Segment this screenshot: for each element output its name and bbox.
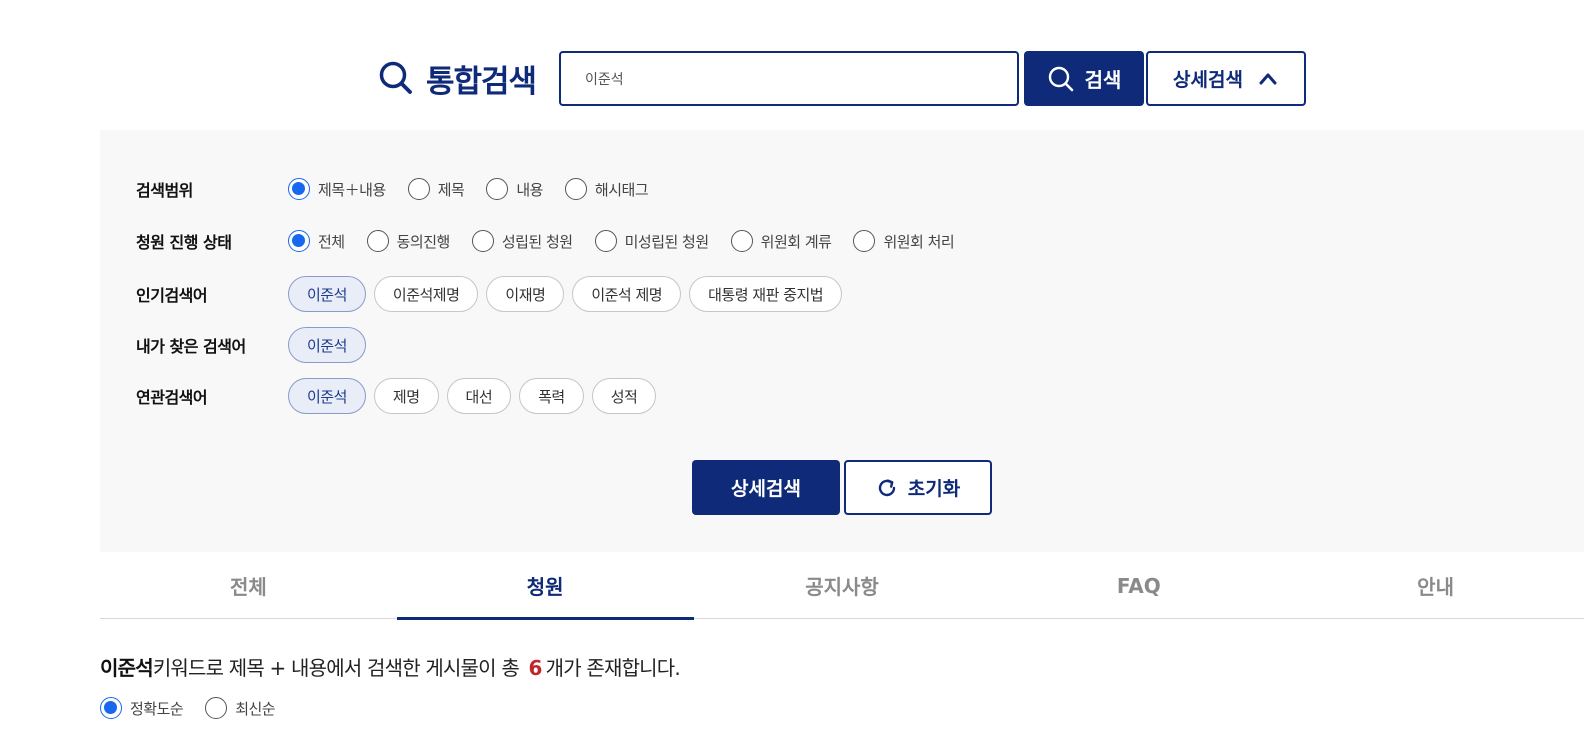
chevron-up-icon [1259, 73, 1277, 84]
keyword-chip[interactable]: 폭력 [519, 378, 584, 414]
radio-circle[interactable] [486, 178, 509, 200]
filter-label-scope: 검색범위 [136, 181, 193, 200]
reset-label: 초기화 [907, 478, 961, 500]
submit-label: 상세검색 [731, 478, 801, 500]
refresh-icon [878, 478, 895, 496]
radio-circle[interactable] [853, 230, 876, 252]
radio-scope-title-content[interactable]: 제목＋내용 [288, 178, 386, 200]
radio-status-committee-pending[interactable]: 위원회 계류 [730, 230, 832, 252]
radio-label: 제목＋내용 [318, 180, 386, 199]
radio-circle[interactable] [205, 697, 228, 719]
radio-label: 최신순 [235, 699, 276, 718]
keyword-chip[interactable]: 이준석 [288, 276, 366, 312]
search-title: 통합검색 [378, 58, 537, 100]
keyword-chip[interactable]: 이준석 제명 [572, 276, 682, 312]
search-icon [379, 61, 412, 94]
radio-scope-content[interactable]: 내용 [486, 178, 543, 200]
result-summary: 이준석키워드로 제목 + 내용에서 검색한 게시물이 총 6 개가 존재합니다. [100, 652, 681, 681]
keyword-chip[interactable]: 이준석제명 [373, 276, 479, 312]
panel-actions: 상세검색 초기화 [692, 460, 992, 515]
radio-status-all[interactable]: 전체 [288, 230, 345, 252]
result-count: 6 [528, 656, 542, 680]
radio-circle-checked[interactable] [288, 230, 310, 252]
result-text-after: 개가 존재합니다. [545, 656, 681, 680]
keyword-chip[interactable]: 대선 [446, 378, 512, 414]
radio-label: 제목 [437, 180, 465, 199]
radio-label: 성립된 청원 [501, 232, 573, 251]
filter-label-my-searches: 내가 찾은 검색어 [136, 337, 246, 356]
advanced-search-panel: 검색범위 제목＋내용 제목 내용 해시태그 청원 진행 상태 전체 동의진행 성… [100, 130, 1584, 552]
result-keyword: 이준석 [100, 656, 154, 680]
result-text-before: 키워드로 제목 + 내용에서 검색한 게시물이 총 [152, 656, 520, 680]
filter-row-my-searches: 내가 찾은 검색어 이준석 [136, 327, 374, 363]
search-button-label: 검색 [1084, 68, 1122, 92]
tab-all[interactable]: 전체 [100, 552, 397, 619]
radio-scope-hashtag[interactable]: 해시태그 [564, 178, 649, 200]
radio-circle[interactable] [366, 230, 389, 252]
keyword-chip[interactable]: 이재명 [486, 276, 565, 312]
keyword-chip[interactable]: 대통령 재판 중지법 [689, 276, 843, 312]
keyword-chip[interactable]: 성적 [591, 378, 657, 414]
search-input[interactable] [559, 51, 1019, 106]
radio-status-in-progress[interactable]: 동의진행 [366, 230, 451, 252]
tab-faq[interactable]: FAQ [990, 552, 1287, 619]
radio-label: 전체 [318, 232, 345, 251]
radio-circle[interactable] [730, 230, 753, 252]
keyword-chip[interactable]: 이준석 [288, 327, 366, 363]
filter-row-status: 청원 진행 상태 전체 동의진행 성립된 청원 미성립된 청원 위원회 계류 위… [136, 229, 976, 253]
radio-circle[interactable] [564, 178, 587, 200]
filter-row-scope: 검색범위 제목＋내용 제목 내용 해시태그 [136, 177, 670, 201]
radio-label: 동의진행 [396, 232, 451, 251]
filter-label-status: 청원 진행 상태 [136, 233, 232, 252]
advanced-search-toggle-label: 상세검색 [1173, 69, 1243, 91]
radio-circle-checked[interactable] [100, 697, 122, 719]
radio-status-not-established[interactable]: 미성립된 청원 [594, 230, 710, 252]
sort-options: 정확도순 최신순 [100, 697, 297, 719]
radio-sort-accuracy[interactable]: 정확도순 [100, 697, 184, 719]
radio-sort-latest[interactable]: 최신순 [205, 697, 276, 719]
radio-circle-checked[interactable] [288, 178, 310, 200]
tab-petition[interactable]: 청원 [396, 552, 694, 620]
filter-row-related: 연관검색어 이준석 제명 대선 폭력 성적 [136, 378, 664, 414]
radio-label: 정확도순 [130, 699, 184, 718]
radio-scope-title[interactable]: 제목 [407, 178, 465, 200]
radio-label: 미성립된 청원 [624, 232, 710, 251]
radio-circle[interactable] [594, 230, 617, 252]
result-tabs: 전체 청원 공지사항 FAQ 안내 [100, 552, 1584, 620]
filter-label-related: 연관검색어 [136, 388, 208, 407]
search-icon [1048, 66, 1073, 91]
keyword-chip[interactable]: 이준석 [288, 378, 366, 414]
filter-row-popular: 인기검색어 이준석 이준석제명 이재명 이준석 제명 대통령 재판 중지법 [136, 276, 850, 312]
keyword-chip[interactable]: 제명 [373, 378, 439, 414]
search-bar: 통합검색 검색 상세검색 [0, 0, 1584, 130]
radio-circle[interactable] [471, 230, 494, 252]
advanced-search-toggle[interactable]: 상세검색 [1146, 51, 1306, 106]
tab-notice[interactable]: 공지사항 [694, 552, 991, 619]
search-button[interactable]: 검색 [1024, 51, 1144, 106]
reset-button[interactable]: 초기화 [844, 460, 992, 515]
radio-label: 해시태그 [594, 180, 649, 199]
radio-label: 내용 [516, 180, 543, 199]
radio-status-committee-processed[interactable]: 위원회 처리 [853, 230, 955, 252]
radio-status-established[interactable]: 성립된 청원 [471, 230, 573, 252]
page-title: 통합검색 [426, 63, 537, 100]
radio-circle[interactable] [407, 178, 430, 200]
radio-label: 위원회 계류 [760, 232, 832, 251]
radio-label: 위원회 처리 [883, 232, 955, 251]
filter-label-popular: 인기검색어 [136, 286, 208, 305]
advanced-search-submit-button[interactable]: 상세검색 [692, 460, 840, 515]
tab-guide[interactable]: 안내 [1287, 552, 1584, 619]
